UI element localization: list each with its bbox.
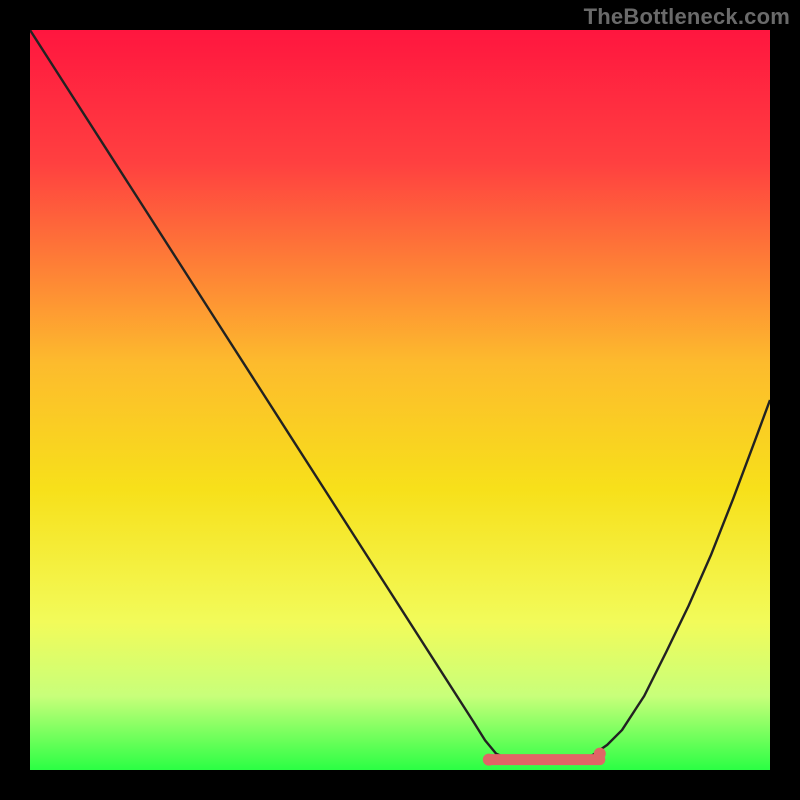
bottleneck-chart [0, 0, 800, 800]
chart-stage: TheBottleneck.com [0, 0, 800, 800]
chart-gradient-bg [30, 30, 770, 770]
optimal-band-end [594, 748, 606, 760]
optimal-band-start [483, 754, 495, 766]
watermark-text: TheBottleneck.com [584, 4, 790, 30]
